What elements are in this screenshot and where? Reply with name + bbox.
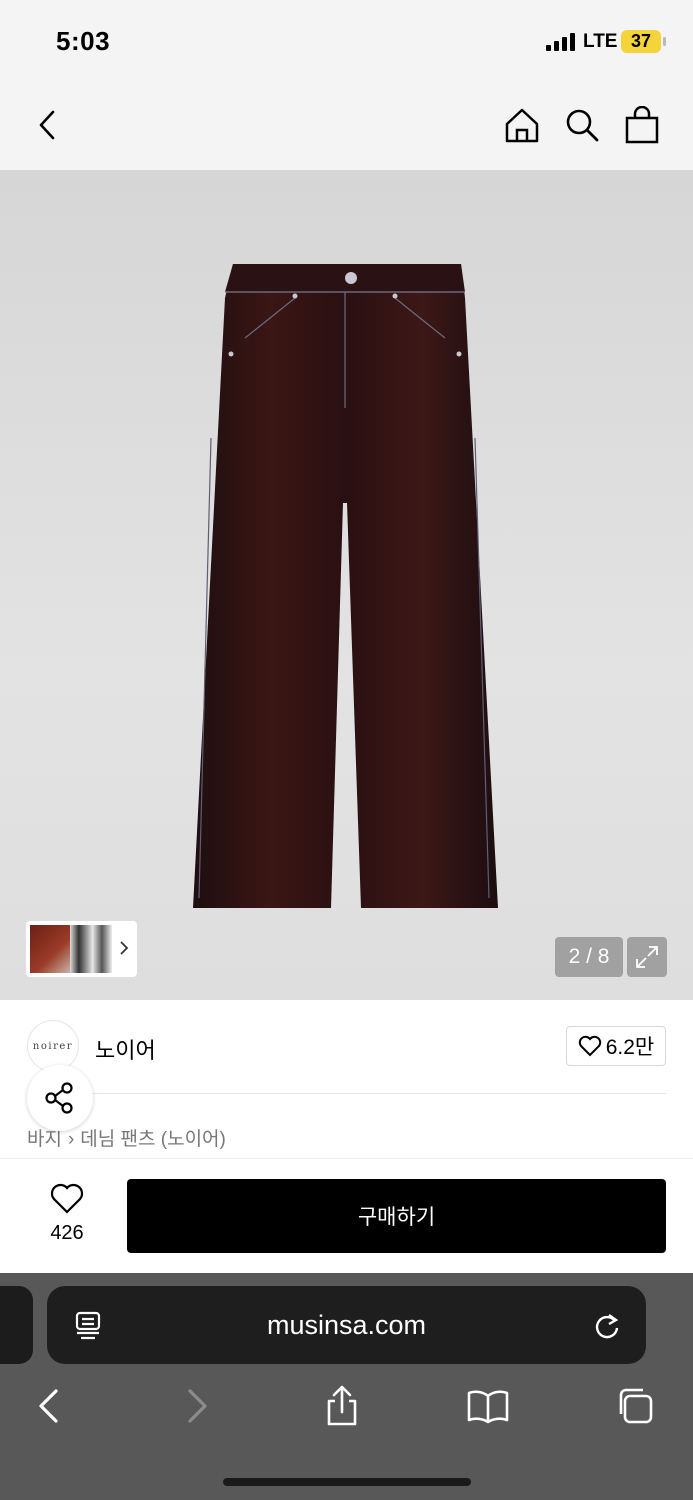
address-bar[interactable]: musinsa.com — [47, 1286, 646, 1364]
breadcrumb-item[interactable]: 바지 — [27, 1129, 62, 1150]
reader-mode-icon[interactable] — [73, 1310, 105, 1342]
thumbnail-image[interactable] — [70, 925, 92, 973]
top-nav — [0, 85, 693, 170]
product-gallery[interactable]: 2 / 8 — [0, 170, 693, 1000]
clock: 5:03 — [56, 26, 111, 56]
book-icon — [467, 1390, 509, 1424]
cart-button[interactable] — [622, 103, 662, 147]
browser-tabs-button[interactable] — [613, 1383, 657, 1429]
home-indicator — [223, 1478, 471, 1486]
share-button[interactable] — [27, 1065, 93, 1131]
chevron-right-icon — [188, 1389, 207, 1423]
tabs-icon — [619, 1388, 653, 1424]
chevron-left-icon — [39, 110, 55, 140]
expand-button[interactable] — [627, 937, 667, 977]
brand-like-count: 6.2만 — [605, 1036, 655, 1059]
wishlist-button[interactable]: 426 — [38, 1183, 96, 1245]
brand-name[interactable]: 노이어 — [95, 1033, 156, 1065]
reload-icon[interactable] — [591, 1310, 623, 1342]
expand-icon — [636, 946, 658, 968]
url-text[interactable]: musinsa.com — [47, 1286, 646, 1364]
buy-button[interactable]: 구매하기 — [127, 1179, 666, 1253]
browser-back-button[interactable] — [26, 1383, 70, 1429]
heart-icon — [50, 1183, 84, 1214]
browser-forward-button[interactable] — [176, 1383, 220, 1429]
thumbnail-strip[interactable] — [26, 921, 137, 977]
battery-cap — [663, 37, 666, 46]
share-icon — [45, 1082, 73, 1114]
action-bar: 426 구매하기 — [0, 1158, 693, 1273]
browser-bookmarks-button[interactable] — [466, 1383, 510, 1429]
network-label: LTE — [583, 31, 618, 52]
previous-tab-edge[interactable] — [0, 1286, 33, 1364]
wishlist-count: 426 — [50, 1222, 84, 1244]
brand-like-button[interactable]: 6.2만 — [566, 1026, 666, 1066]
brand-logo[interactable]: noirer — [27, 1020, 79, 1072]
battery-level: 37 — [630, 31, 652, 51]
back-button[interactable] — [27, 103, 67, 147]
status-bar: 5:03 LTE 37 — [0, 0, 693, 85]
chevron-left-icon — [39, 1389, 58, 1423]
search-icon — [566, 109, 599, 142]
browser-chrome: musinsa.com — [0, 1273, 693, 1500]
thumbnail-image[interactable] — [30, 925, 70, 973]
breadcrumb-item[interactable]: 데님 팬츠 (노이어) — [80, 1129, 226, 1150]
image-pager: 2 / 8 — [555, 937, 623, 977]
battery-icon: 37 — [621, 30, 661, 53]
product-image — [193, 264, 498, 908]
share-icon — [327, 1385, 357, 1426]
brand-section: noirer 노이어 6.2만 바지 › 데님 팬츠 (노이어) — [0, 1000, 693, 1158]
home-button[interactable] — [502, 103, 542, 147]
divider — [27, 1093, 667, 1094]
home-icon — [505, 108, 539, 143]
chevron-right-icon — [120, 941, 129, 955]
search-button[interactable] — [562, 103, 602, 147]
breadcrumb-separator: › — [67, 1129, 75, 1150]
heart-icon — [578, 1035, 601, 1057]
thumbnail-image[interactable] — [92, 925, 112, 973]
shopping-bag-icon — [625, 106, 659, 144]
browser-share-button[interactable] — [320, 1383, 364, 1429]
signal-icon — [546, 33, 575, 51]
